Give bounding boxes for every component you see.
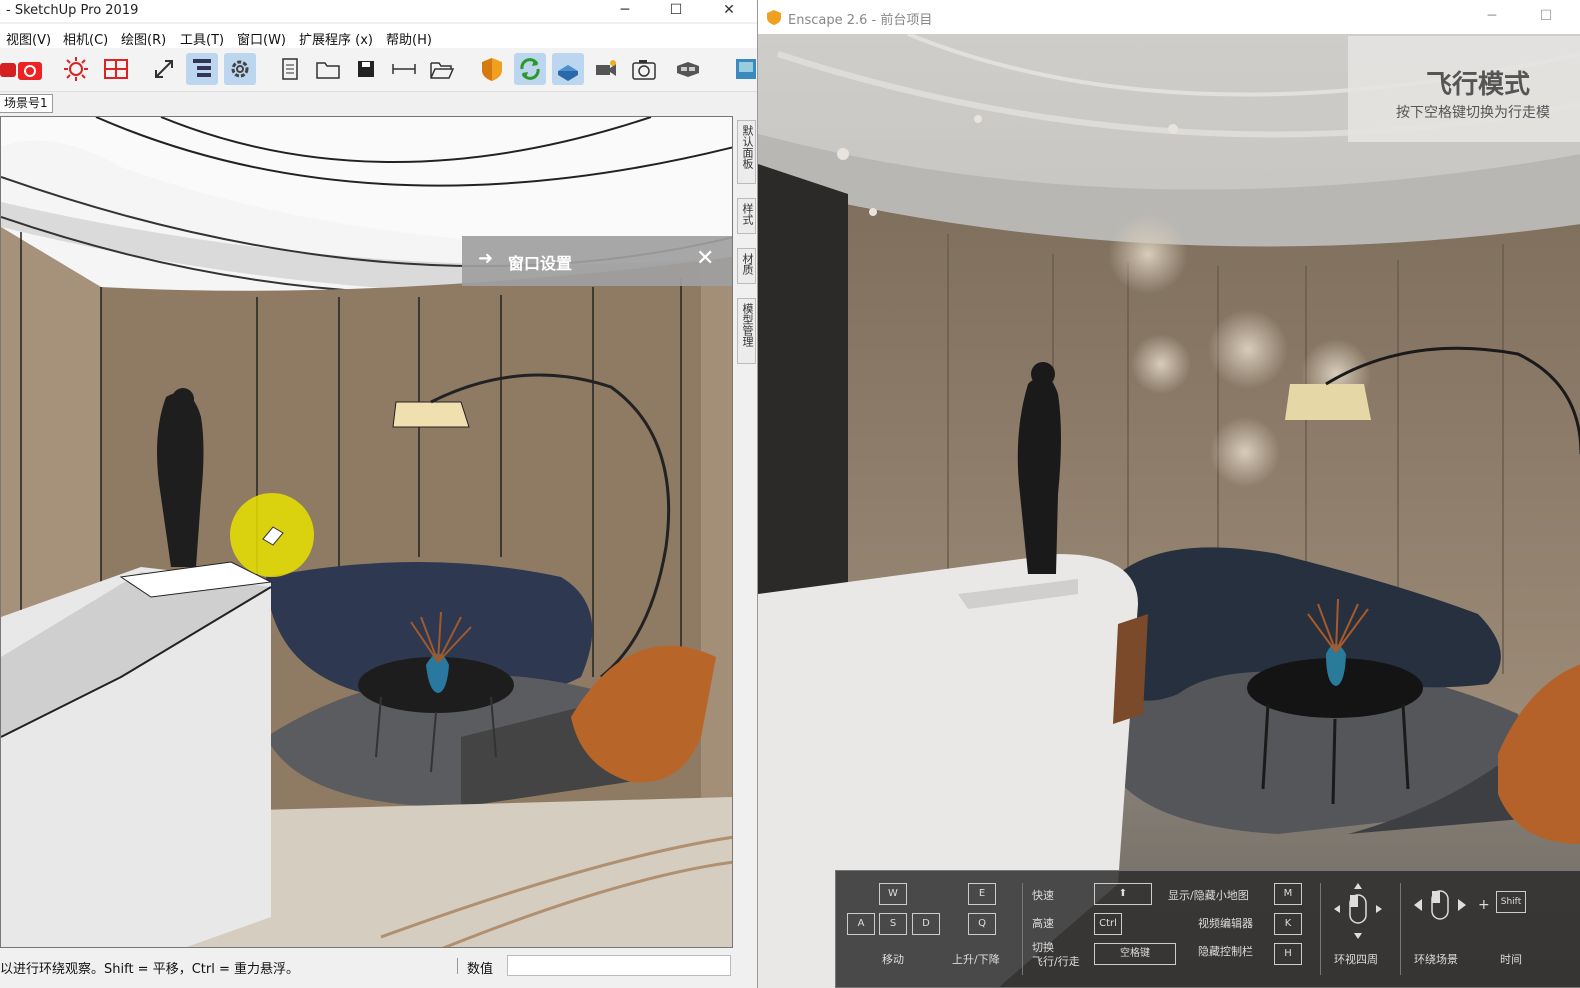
sketchup-title: - SketchUp Pro 2019: [6, 3, 139, 18]
key-k: K: [1274, 913, 1302, 935]
document-icon[interactable]: [274, 53, 306, 85]
scene-tab[interactable]: 场景号1: [0, 94, 53, 113]
key-ctrl: Ctrl: [1094, 913, 1122, 935]
time-label: 时间: [1500, 953, 1522, 966]
dimension-icon[interactable]: [388, 53, 420, 85]
zoom-extents-icon[interactable]: [148, 53, 180, 85]
menu-window[interactable]: 窗口(W): [237, 29, 286, 48]
outliner-icon[interactable]: [186, 53, 218, 85]
high-speed-label: 高速: [1032, 917, 1054, 930]
sync-icon[interactable]: [514, 53, 546, 85]
key-space: 空格键: [1094, 943, 1176, 965]
toolbar: [0, 48, 757, 92]
status-text: 以进行环绕观察。Shift = 平移，Ctrl = 重力悬浮。: [0, 962, 299, 977]
arrow-right-icon: ➜: [478, 248, 494, 269]
hide-controls-label: 隐藏控制栏: [1198, 945, 1253, 958]
key-a: A: [847, 913, 875, 935]
orbit-scene-label: 环绕场景: [1414, 953, 1458, 966]
updown-label: 上升/下降: [952, 953, 1000, 966]
minimize-button[interactable]: ─: [605, 0, 645, 22]
mouse-orbit-icon: [1414, 890, 1466, 920]
camera-icon[interactable]: [14, 53, 46, 85]
enscape-minimize-button[interactable]: ─: [1472, 6, 1512, 28]
fast-label: 快速: [1032, 889, 1054, 902]
key-w: W: [879, 883, 907, 905]
navigation-controls-bar: W A S D 移动 E Q 上升/下降 快速 ⬆ 高速 Ctrl 切换 飞行/…: [835, 870, 1580, 988]
key-shift: Shift: [1496, 891, 1526, 913]
menu-tools[interactable]: 工具(T): [180, 29, 224, 48]
menu-bar: 视图(V) 相机(C) 绘图(R) 工具(T) 窗口(W) 扩展程序 (x) 帮…: [0, 24, 757, 48]
enscape-title: Enscape 2.6 - 前台项目: [788, 13, 933, 28]
enscape-logo-icon: [767, 10, 781, 25]
video-editor-label: 视频编辑器: [1198, 917, 1253, 930]
status-divider: [457, 958, 458, 974]
fly-mode-overlay: 飞行模式 按下空格键切换为行走模: [1348, 36, 1580, 142]
screenshot-icon[interactable]: [628, 53, 660, 85]
sync-views-icon[interactable]: [552, 53, 584, 85]
sketchup-viewport[interactable]: ➜ 窗口设置 ✕: [0, 116, 733, 948]
enscape-window: Enscape 2.6 - 前台项目 ─ ☐ 飞行模式 按下空格键切换为行走模 …: [757, 0, 1580, 988]
enscape-render: [758, 34, 1580, 988]
video-camera-icon[interactable]: [590, 53, 622, 85]
enscape-titlebar: Enscape 2.6 - 前台项目 ─ ☐: [758, 0, 1580, 34]
key-e: E: [968, 883, 996, 905]
save-icon[interactable]: [350, 53, 382, 85]
menu-help[interactable]: 帮助(H): [386, 29, 432, 48]
tab-materials[interactable]: 材质: [737, 248, 756, 284]
panel-close-icon[interactable]: ✕: [696, 246, 714, 271]
key-s: S: [879, 913, 907, 935]
fly-mode-hint: 按下空格键切换为行走模: [1396, 105, 1550, 121]
close-button[interactable]: ✕: [709, 0, 749, 22]
separator: [1320, 883, 1321, 975]
vr-headset-icon[interactable]: [672, 53, 704, 85]
key-q: Q: [968, 913, 996, 935]
sun-icon[interactable]: [60, 53, 92, 85]
key-m: M: [1274, 883, 1302, 905]
menu-camera[interactable]: 相机(C): [63, 29, 108, 48]
tab-styles[interactable]: 样式: [737, 198, 756, 234]
fly-mode-title: 飞行模式: [1426, 70, 1531, 100]
section-icon[interactable]: [100, 53, 132, 85]
scene-tab-row: 场景号1: [0, 92, 757, 114]
menu-extensions[interactable]: 扩展程序 (x): [299, 29, 373, 48]
key-h: H: [1274, 943, 1302, 965]
tab-model-management[interactable]: 模型管理: [737, 298, 756, 364]
measurements-label: 数值: [467, 962, 494, 977]
plus-sign: +: [1478, 897, 1490, 913]
minimap-label: 显示/隐藏小地图: [1168, 889, 1249, 902]
separator: [1022, 883, 1023, 975]
key-d: D: [912, 913, 940, 935]
look-around-label: 环视四周: [1334, 953, 1378, 966]
enscape-maximize-button[interactable]: ☐: [1526, 6, 1566, 28]
enscape-viewport[interactable]: 飞行模式 按下空格键切换为行走模 W A S D 移动 E Q 上升/下降 快速…: [758, 34, 1580, 988]
folder-icon[interactable]: [312, 53, 344, 85]
tab-default-tray[interactable]: 默认面板: [737, 120, 756, 184]
enscape-start-icon[interactable]: [476, 53, 508, 85]
open-folder-icon[interactable]: [426, 53, 458, 85]
mouse-look-icon: [1334, 883, 1382, 939]
switch-fly-walk-label: 飞行/行走: [1032, 955, 1080, 968]
window-settings-panel: ➜ 窗口设置 ✕: [462, 236, 732, 286]
key-shift-arrow: ⬆: [1094, 883, 1152, 905]
menu-view[interactable]: 视图(V): [6, 29, 51, 48]
sketchup-window: - SketchUp Pro 2019 ─ ☐ ✕ 视图(V) 相机(C) 绘图…: [0, 0, 757, 988]
measurements-input[interactable]: [507, 955, 731, 976]
status-bar: 以进行环绕观察。Shift = 平移，Ctrl = 重力悬浮。 数值: [0, 952, 757, 988]
gear-icon[interactable]: [224, 53, 256, 85]
sketchup-titlebar: - SketchUp Pro 2019 ─ ☐ ✕: [0, 0, 757, 22]
move-label: 移动: [882, 953, 904, 966]
menu-draw[interactable]: 绘图(R): [121, 29, 166, 48]
separator: [1400, 883, 1401, 975]
maximize-button[interactable]: ☐: [656, 0, 696, 22]
panel-title: 窗口设置: [508, 254, 573, 273]
